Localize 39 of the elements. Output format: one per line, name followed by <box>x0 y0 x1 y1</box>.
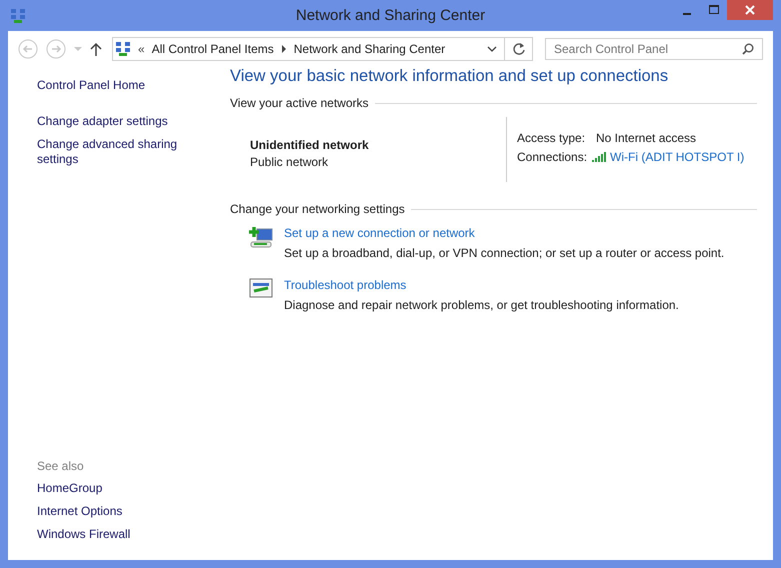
network-type: Public network <box>250 155 330 169</box>
separator-arrow-icon[interactable] <box>280 45 287 53</box>
refresh-icon[interactable] <box>512 42 526 56</box>
field-value: No Internet access <box>596 131 696 145</box>
breadcrumb[interactable]: All Control Panel Items <box>152 42 274 56</box>
section-heading: View your active networks <box>230 96 369 110</box>
task-link[interactable]: Troubleshoot problems <box>284 278 679 292</box>
sidebar-link[interactable]: Change advanced sharing settings <box>37 137 187 167</box>
window-title: Network and Sharing Center <box>294 7 486 24</box>
maximize-icon <box>708 5 718 15</box>
network-icon <box>10 8 26 24</box>
see-also-link[interactable]: Windows Firewall <box>37 527 187 542</box>
address-bar[interactable]: « All Control Panel Items Network and Sharing Center <box>112 37 533 61</box>
field-label: Access type: <box>517 131 586 145</box>
search-icon[interactable] <box>742 43 754 55</box>
overflow-chevron[interactable]: « <box>138 42 145 56</box>
breadcrumb[interactable]: Network and Sharing Center <box>294 42 446 56</box>
task-description: Set up a broadband, dial-up, or VPN connection; or set up a router or access point. <box>284 246 724 260</box>
see-also-heading: See also <box>37 459 85 473</box>
network-name: Unidentified network <box>250 138 370 152</box>
minimize-icon <box>682 13 690 15</box>
sidebar-link[interactable]: Control Panel Home <box>37 78 187 93</box>
field-label: Connections: <box>517 150 588 164</box>
page-heading: View your basic network information and set up connections <box>230 67 670 86</box>
search-field[interactable]: Search Control Panel <box>545 38 763 60</box>
connection-link[interactable]: Wi-Fi (ADIT HOTSPOT I) <box>610 150 744 164</box>
close-button[interactable] <box>727 0 773 20</box>
section-heading: Change your networking settings <box>230 202 405 216</box>
signal-icon <box>592 152 607 162</box>
task-description: Diagnose and repair network problems, or get troubleshooting information. <box>284 298 679 312</box>
chevron-down-icon[interactable] <box>487 46 497 52</box>
see-also-link[interactable]: Internet Options <box>37 504 187 519</box>
up-icon[interactable] <box>90 42 102 56</box>
troubleshoot-icon <box>249 278 275 300</box>
close-icon <box>745 5 755 15</box>
sidebar-link[interactable]: Change adapter settings <box>37 114 187 129</box>
task-link[interactable]: Set up a new connection or network <box>284 226 724 240</box>
see-also-link[interactable]: HomeGroup <box>37 481 187 496</box>
network-icon <box>115 41 131 57</box>
